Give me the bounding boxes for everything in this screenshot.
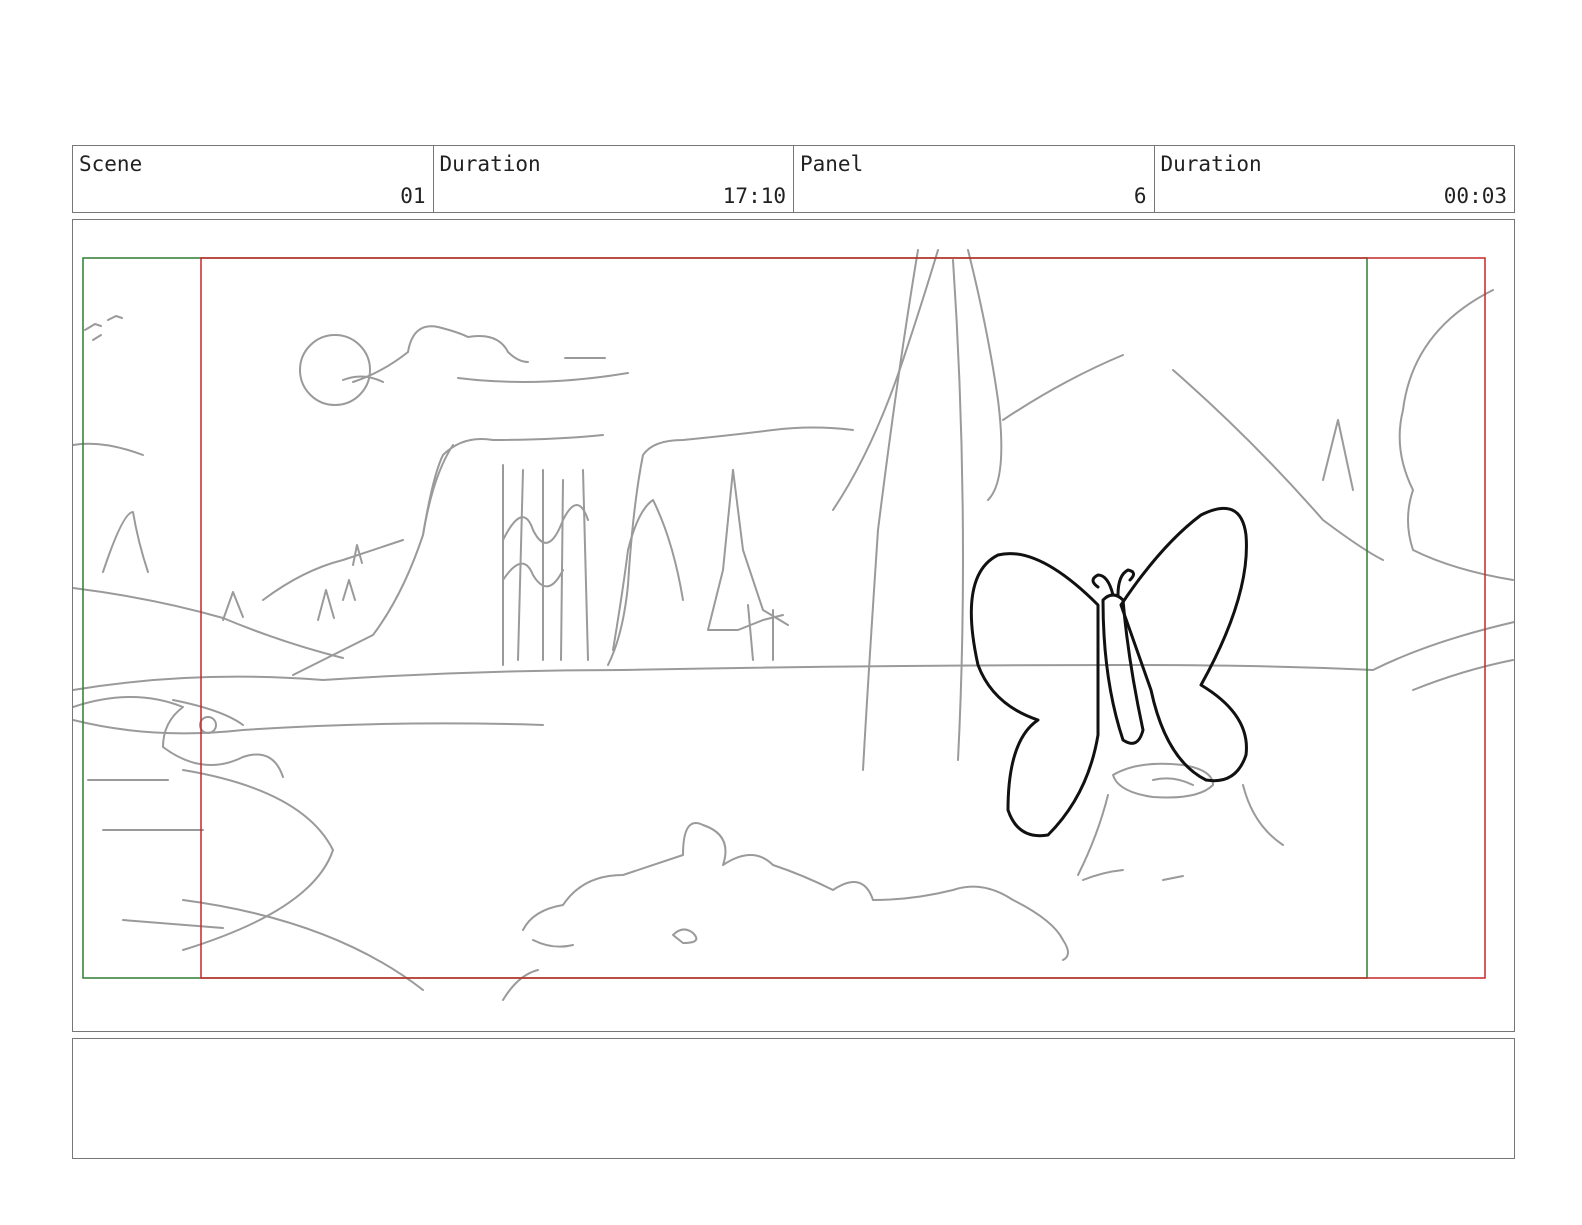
- scene-label: Scene: [79, 152, 143, 176]
- panel-duration-cell: Duration 00:03: [1155, 146, 1515, 212]
- background-sketch: [73, 249, 1514, 1001]
- total-duration-label: Duration: [439, 152, 541, 176]
- frame-guides: [82, 257, 1486, 979]
- camera-frame-guide: [200, 257, 1486, 979]
- panel-header: Scene 01 Duration 17:10 Panel 6 Duration…: [72, 145, 1515, 213]
- safe-frame-guide: [82, 257, 1368, 979]
- sun-sketch: [299, 334, 371, 406]
- total-duration-value[interactable]: 17:10: [723, 184, 786, 208]
- panel-duration-value[interactable]: 00:03: [1444, 184, 1507, 208]
- butterfly-character[interactable]: [969, 506, 1248, 838]
- scene-value[interactable]: 01: [400, 184, 425, 208]
- scene-cell: Scene 01: [73, 146, 434, 212]
- panel-number-value[interactable]: 6: [1134, 184, 1147, 208]
- panel-duration-label: Duration: [1160, 152, 1262, 176]
- panel-number-label: Panel: [800, 152, 864, 176]
- notes-box[interactable]: [72, 1038, 1515, 1159]
- total-duration-cell: Duration 17:10: [434, 146, 794, 212]
- panel-number-cell: Panel 6: [794, 146, 1155, 212]
- sketch-drawing: [73, 249, 1514, 1001]
- storyboard-panel[interactable]: [72, 219, 1515, 1032]
